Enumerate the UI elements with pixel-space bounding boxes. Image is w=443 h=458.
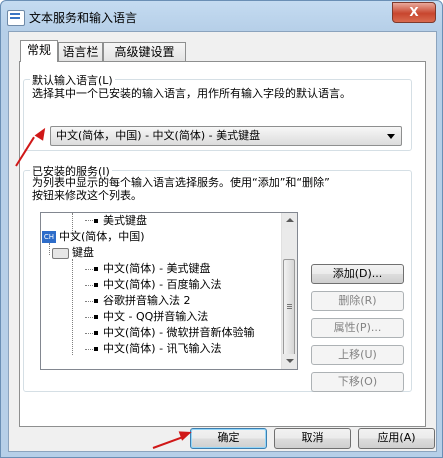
dialog-client-area: 常规 语言栏 高级键设置 默认输入语言(L) 选择其中一个已安装的输入语言，用作…	[8, 31, 437, 452]
remove-button[interactable]: 删除(R)	[311, 291, 404, 311]
tree-item-service[interactable]: 中文(简体) - 讯飞输入法	[94, 341, 222, 357]
move-down-button[interactable]: 下移(O)	[311, 372, 404, 392]
tree-item-partial[interactable]: 美式键盘	[94, 213, 147, 229]
move-up-button[interactable]: 上移(U)	[311, 345, 404, 365]
dialog-window: 文本服务和输入语言 X 常规 语言栏 高级键设置 默认输入语言(L) 选择其中一…	[0, 0, 443, 458]
bullet-icon	[94, 219, 98, 223]
chevron-down-icon	[387, 134, 395, 139]
tree-item-service[interactable]: 中文 - QQ拼音输入法	[94, 309, 208, 325]
app-icon	[7, 10, 25, 26]
scroll-thumb[interactable]	[283, 259, 295, 357]
bullet-icon	[94, 315, 98, 319]
bullet-icon	[94, 347, 98, 351]
tree-connector	[85, 301, 93, 302]
bullet-icon	[94, 267, 98, 271]
tree-item-service[interactable]: 中文(简体) - 百度输入法	[94, 277, 222, 293]
window-title: 文本服务和输入语言	[29, 11, 138, 25]
tree-item-service[interactable]: 谷歌拼音输入法 2	[94, 293, 191, 309]
close-button[interactable]: X	[392, 2, 436, 23]
tree-item-service[interactable]: 中文(简体) - 微软拼音新体验输	[94, 325, 255, 341]
tree-item-keyboard-category[interactable]: 键盘	[52, 245, 94, 261]
title-bar[interactable]: 文本服务和输入语言 X	[1, 1, 442, 31]
installed-services-tree[interactable]: 美式键盘 CH 中文(简体，中国) 键盘 中文(简体) - 美式键盘 中文(简体)…	[40, 212, 298, 370]
bullet-icon	[94, 283, 98, 287]
tab-advanced-key-settings[interactable]: 高级键设置	[103, 42, 186, 61]
default-language-dropdown[interactable]: 中文(简体，中国) - 中文(简体) - 美式键盘	[50, 126, 402, 146]
properties-button[interactable]: 属性(P)...	[311, 318, 404, 338]
tree-connector	[72, 259, 73, 355]
tree-connector	[85, 317, 93, 318]
tree-item-language[interactable]: CH 中文(简体，中国)	[42, 229, 145, 245]
installed-services-description-2: 按钮来修改这个列表。	[32, 189, 142, 202]
scroll-up-arrow-icon[interactable]	[282, 213, 297, 228]
default-language-title: 默认输入语言(L)	[30, 72, 115, 88]
keyboard-icon	[52, 247, 69, 259]
tree-connector	[49, 243, 50, 255]
tree-connector	[85, 333, 93, 334]
bullet-icon	[94, 299, 98, 303]
cancel-button[interactable]: 取消	[274, 428, 351, 449]
apply-button[interactable]: 应用(A)	[358, 428, 435, 449]
ok-button[interactable]: 确定	[190, 428, 267, 449]
language-ch-icon: CH	[42, 231, 56, 243]
tree-connector	[85, 285, 93, 286]
tree-connector	[85, 269, 93, 270]
tree-connector	[85, 349, 93, 350]
tab-general[interactable]: 常规	[20, 40, 58, 62]
tab-language-bar[interactable]: 语言栏	[58, 42, 103, 61]
installed-services-description-1: 为列表中显示的每个输入语言选择服务。使用“添加”和“删除”	[32, 176, 330, 189]
tree-connector	[85, 220, 93, 221]
tree-vertical-scrollbar[interactable]	[281, 213, 297, 369]
bullet-icon	[94, 331, 98, 335]
default-language-description: 选择其中一个已安装的输入语言，用作所有输入字段的默认语言。	[32, 87, 351, 100]
scroll-down-arrow-icon[interactable]	[282, 354, 297, 369]
tree-item-service[interactable]: 中文(简体) - 美式键盘	[94, 261, 211, 277]
add-button[interactable]: 添加(D)...	[311, 264, 404, 284]
default-language-selected: 中文(简体，中国) - 中文(简体) - 美式键盘	[56, 129, 261, 142]
